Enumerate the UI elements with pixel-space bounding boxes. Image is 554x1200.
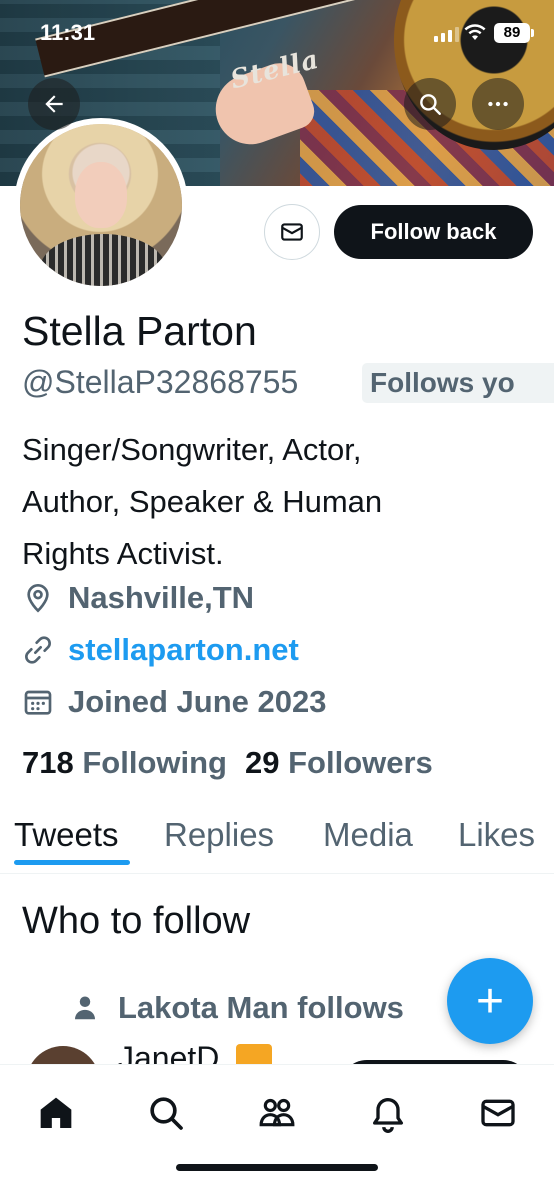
location-pin-icon [27,583,49,613]
avatar-photo [20,124,182,286]
profile-name: Stella Parton [22,308,257,354]
profile-avatar[interactable] [14,118,188,292]
envelope-icon [281,223,303,241]
bio-line: Rights Activist. [22,536,224,571]
follows-you-badge: Follows yo [362,363,554,403]
website-link[interactable]: stellaparton.net [68,632,299,668]
followers-link[interactable]: 29 Followers [245,745,433,781]
battery-indicator: 89 [494,23,534,43]
tab-likes[interactable]: Likes [458,816,535,854]
profile-handle: @StellaP32868755 [22,364,299,400]
bell-icon [373,1098,403,1133]
communities-icon [259,1098,295,1127]
search-button[interactable] [404,78,456,130]
bottom-navigation [0,1064,554,1200]
back-button[interactable] [28,78,80,130]
home-indicator [176,1164,378,1171]
more-horizontal-icon [488,101,508,107]
tab-media[interactable]: Media [323,816,413,854]
nav-communities[interactable] [253,1089,301,1137]
followers-label: Followers [288,745,433,780]
profile-bio: Singer/Songwriter, Actor, Author, Speake… [22,424,532,580]
who-to-follow-title: Who to follow [22,900,251,942]
bio-line: Singer/Songwriter, Actor, [22,432,362,467]
search-icon [150,1097,183,1130]
more-button[interactable] [472,78,524,130]
search-icon [420,94,441,115]
cellular-signal-icon [434,26,459,42]
following-label: Following [82,745,227,780]
social-context: Lakota Man follows [70,990,404,1026]
following-count: 718 [22,745,74,780]
arrow-left-icon [45,95,63,113]
following-link[interactable]: 718 Following [22,745,227,781]
nav-search[interactable] [142,1089,190,1137]
followers-count: 29 [245,745,280,780]
tab-tweets[interactable]: Tweets [14,816,119,854]
nav-messages[interactable] [474,1089,522,1137]
follow-back-button[interactable]: Follow back [334,205,533,259]
person-icon [75,996,95,1020]
nav-notifications[interactable] [364,1089,412,1137]
active-tab-indicator [14,860,130,865]
joined-text: Joined June 2023 [68,684,327,719]
status-time: 11:31 [40,20,96,45]
link-icon [25,636,51,664]
home-icon [40,1097,72,1128]
bio-line: Author, Speaker & Human [22,484,383,519]
follow-counts: 718 Following 29 Followers [22,745,433,781]
profile-website[interactable]: stellaparton.net [22,632,299,668]
tab-replies[interactable]: Replies [164,816,274,854]
mail-icon [481,1099,515,1127]
location-text: Nashville,TN [68,580,255,615]
social-context-text: Lakota Man follows [118,990,404,1025]
wifi-icon [464,24,486,40]
status-bar: 11:31 89 [0,0,554,64]
profile-joined-date: Joined June 2023 [22,684,326,720]
profile-location: Nashville,TN [22,580,254,616]
compose-tweet-button[interactable]: + [447,958,533,1044]
message-button[interactable] [264,204,320,260]
calendar-icon [24,690,52,715]
nav-home[interactable] [32,1089,80,1137]
